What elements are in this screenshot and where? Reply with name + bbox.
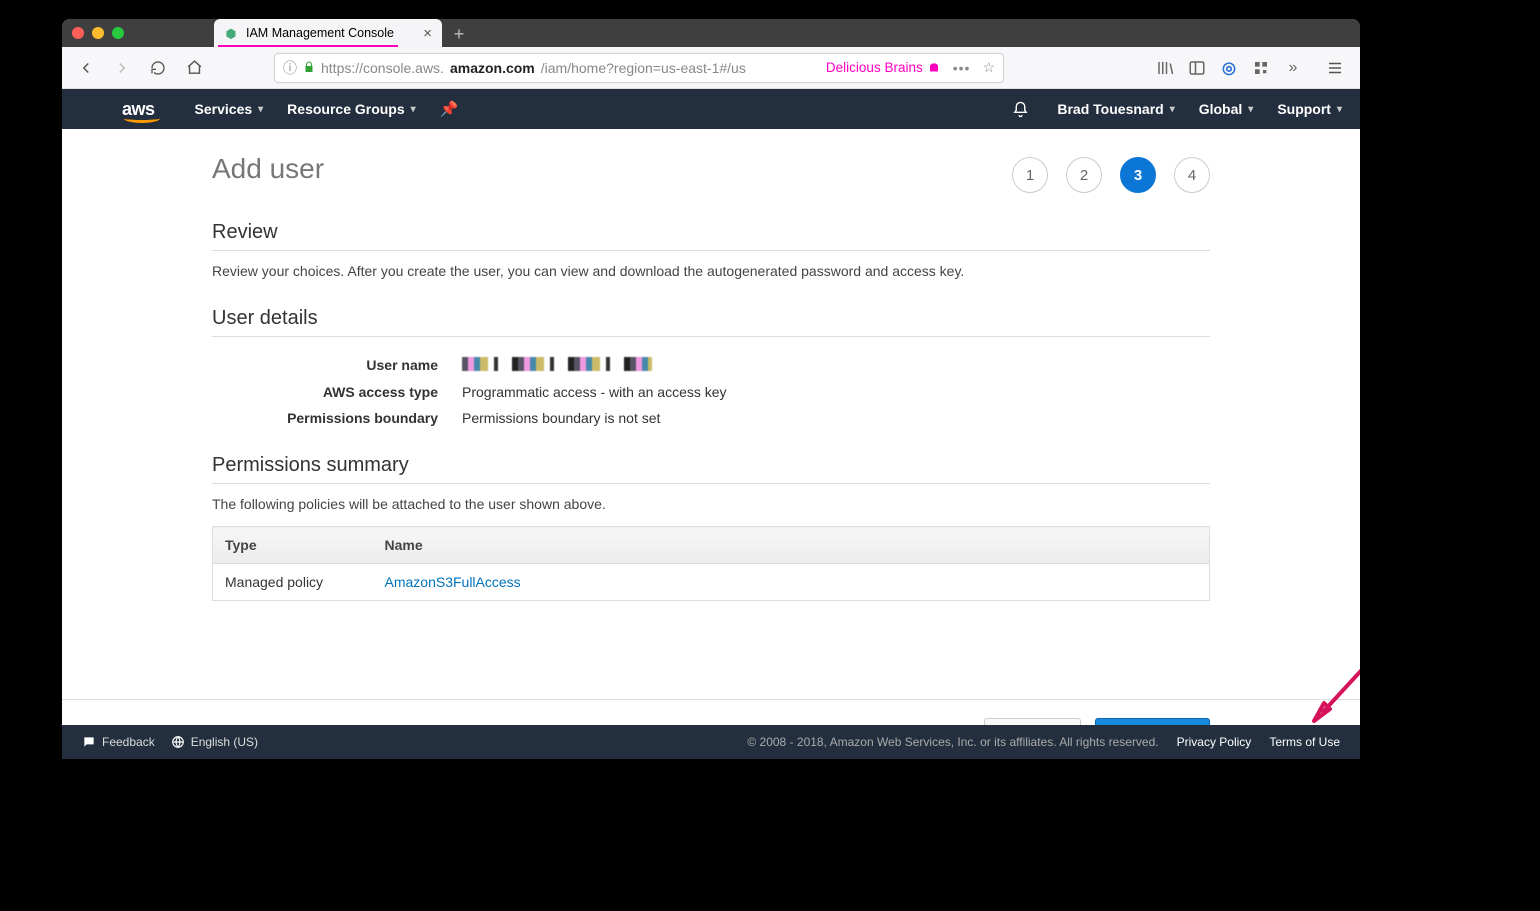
policy-type: Managed policy xyxy=(213,564,373,601)
privacy-link[interactable]: Privacy Policy xyxy=(1177,735,1252,749)
review-description: Review your choices. After you create th… xyxy=(212,263,1210,279)
url-suffix: /iam/home?region=us-east-1#/us xyxy=(541,60,746,76)
zoom-window-button[interactable] xyxy=(112,27,124,39)
tab-strip: ⬢ IAM Management Console × + xyxy=(214,19,1350,47)
tab-favicon: ⬢ xyxy=(224,26,238,40)
terms-link[interactable]: Terms of Use xyxy=(1269,735,1340,749)
main-content: Add user 1 2 3 4 Review Review your choi… xyxy=(62,129,1360,699)
nav-support[interactable]: Support▾ xyxy=(1277,101,1342,117)
nav-account[interactable]: Brad Touesnard▾ xyxy=(1057,101,1174,117)
forward-button[interactable] xyxy=(106,53,138,83)
aws-logo[interactable]: aws xyxy=(122,99,155,120)
bookmark-star-icon[interactable]: ☆ xyxy=(982,59,995,76)
sidebar-icon[interactable] xyxy=(1184,55,1210,81)
detail-value xyxy=(462,357,652,374)
wizard-steps: 1 2 3 4 xyxy=(1012,157,1210,193)
browser-window: ⬢ IAM Management Console × + ⓘ https://c… xyxy=(62,19,1360,759)
copyright-text: © 2008 - 2018, Amazon Web Services, Inc.… xyxy=(747,735,1158,749)
overflow-icon[interactable]: » xyxy=(1280,55,1306,81)
step-2[interactable]: 2 xyxy=(1066,157,1102,193)
obscured-username xyxy=(462,357,652,371)
toolbar-right: ◎ » xyxy=(1152,55,1352,81)
permissions-summary-heading: Permissions summary xyxy=(212,454,1210,484)
minimize-window-button[interactable] xyxy=(92,27,104,39)
nav-services[interactable]: Services▾ xyxy=(195,101,264,117)
page-actions-icon[interactable]: ••• xyxy=(953,60,971,76)
library-icon[interactable] xyxy=(1152,55,1178,81)
step-1[interactable]: 1 xyxy=(1012,157,1048,193)
nav-region[interactable]: Global▾ xyxy=(1199,101,1254,117)
browser-tab[interactable]: ⬢ IAM Management Console × xyxy=(214,19,442,47)
language-selector[interactable]: English (US) xyxy=(171,735,258,749)
detail-row-permissions-boundary: Permissions boundary Permissions boundar… xyxy=(212,410,1210,426)
detail-value: Permissions boundary is not set xyxy=(462,410,660,426)
lock-icon[interactable] xyxy=(303,60,315,76)
traffic-lights xyxy=(72,27,124,39)
address-bar[interactable]: ⓘ https://console.aws. amazon.com/iam/hom… xyxy=(274,53,1004,83)
step-3: 3 xyxy=(1120,157,1156,193)
notifications-icon[interactable] xyxy=(1012,101,1029,118)
step-4: 4 xyxy=(1174,157,1210,193)
detail-value: Programmatic access - with an access key xyxy=(462,384,727,400)
titlebar: ⬢ IAM Management Console × + xyxy=(62,19,1360,47)
permissions-summary-description: The following policies will be attached … xyxy=(212,496,1210,512)
close-window-button[interactable] xyxy=(72,27,84,39)
user-details-heading: User details xyxy=(212,307,1210,337)
feedback-link[interactable]: Feedback xyxy=(82,735,155,749)
back-button[interactable] xyxy=(70,53,102,83)
detail-row-username: User name xyxy=(212,357,1210,374)
home-button[interactable] xyxy=(178,53,210,83)
browser-toolbar: ⓘ https://console.aws. amazon.com/iam/hom… xyxy=(62,47,1360,89)
detail-row-access-type: AWS access type Programmatic access - wi… xyxy=(212,384,1210,400)
detail-label: Permissions boundary xyxy=(212,410,462,426)
policies-table: Type Name Managed policy AmazonS3FullAcc… xyxy=(212,526,1210,601)
user-details: User name AWS access type Programmatic a… xyxy=(212,357,1210,426)
detail-label: AWS access type xyxy=(212,384,462,400)
col-name: Name xyxy=(373,527,1210,564)
url-domain: amazon.com xyxy=(450,60,535,76)
info-icon[interactable]: ⓘ xyxy=(283,58,297,78)
footer-bar: Feedback English (US) © 2008 - 2018, Ama… xyxy=(62,725,1360,759)
new-tab-button[interactable]: + xyxy=(446,21,472,47)
brand-link[interactable]: Delicious Brains xyxy=(826,60,941,75)
extension-icon-1[interactable]: ◎ xyxy=(1216,55,1242,81)
tab-loading-indicator xyxy=(218,45,398,47)
reload-button[interactable] xyxy=(142,53,174,83)
extension-icon-2[interactable] xyxy=(1248,55,1274,81)
policy-name-link[interactable]: AmazonS3FullAccess xyxy=(385,574,521,590)
aws-nav: aws Services▾ Resource Groups▾ 📌 Brad To… xyxy=(62,89,1360,129)
url-prefix: https://console.aws. xyxy=(321,60,444,76)
page-title: Add user xyxy=(212,153,324,185)
tab-title: IAM Management Console xyxy=(246,26,394,40)
detail-label: User name xyxy=(212,357,462,374)
pin-icon[interactable]: 📌 xyxy=(440,100,459,118)
nav-resource-groups[interactable]: Resource Groups▾ xyxy=(287,101,416,117)
col-type: Type xyxy=(213,527,373,564)
close-tab-icon[interactable]: × xyxy=(423,25,432,42)
review-heading: Review xyxy=(212,221,1210,251)
table-row: Managed policy AmazonS3FullAccess xyxy=(213,564,1210,601)
hamburger-menu-icon[interactable] xyxy=(1322,55,1348,81)
